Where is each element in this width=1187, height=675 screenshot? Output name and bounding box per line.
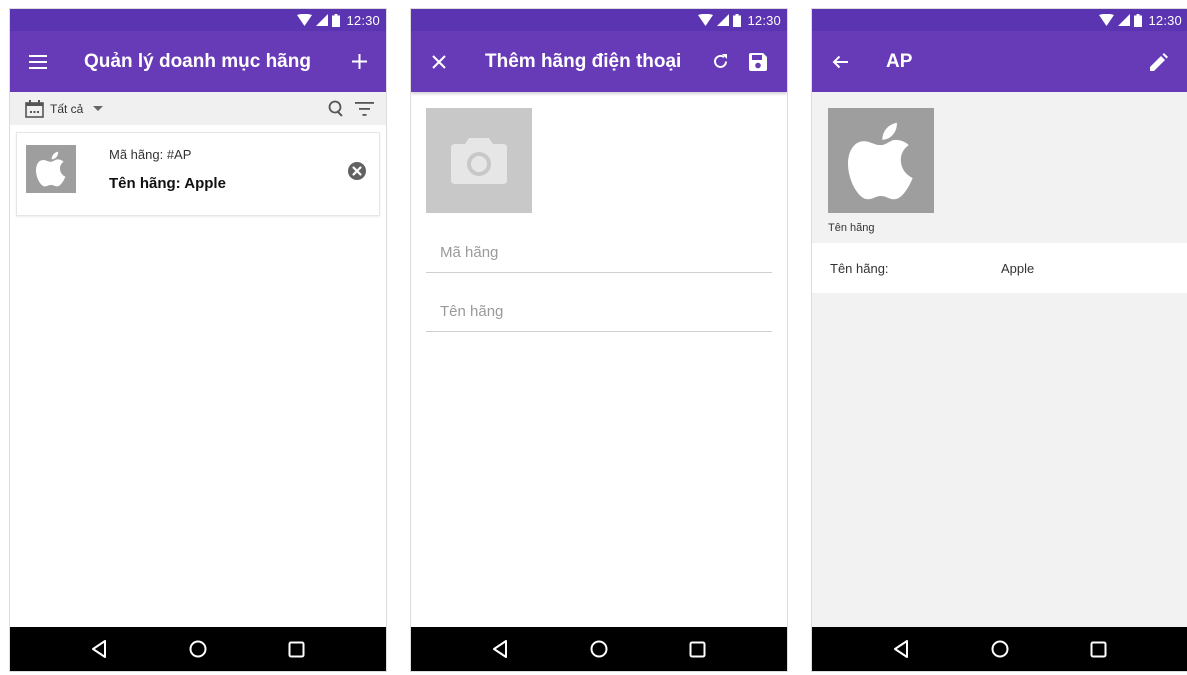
status-bar: 12:30 xyxy=(812,9,1187,31)
screen-brand-detail: 12:30 AP Tên hãng Tên hãng: Apple xyxy=(811,8,1187,672)
status-time: 12:30 xyxy=(1148,12,1182,28)
plus-icon xyxy=(351,54,367,69)
back-button[interactable] xyxy=(812,31,868,92)
status-time: 12:30 xyxy=(346,12,380,28)
pencil-icon xyxy=(1150,52,1168,71)
brand-logo xyxy=(828,108,934,213)
filter-label: Tất cả xyxy=(50,101,84,116)
back-triangle-icon xyxy=(894,640,909,658)
home-nav-button[interactable] xyxy=(178,629,218,669)
list-item[interactable]: Mã hãng: #AP Tên hãng: Apple xyxy=(16,132,380,216)
status-bar: 12:30 xyxy=(411,9,787,31)
logo-caption: Tên hãng xyxy=(828,222,875,234)
refresh-icon xyxy=(713,54,727,68)
page-title: AP xyxy=(886,50,913,72)
wifi-icon xyxy=(698,14,714,26)
brand-code-input[interactable]: Mã hãng xyxy=(426,233,772,273)
delete-icon[interactable] xyxy=(347,161,367,181)
arrow-back-icon xyxy=(832,55,848,68)
detail-name-label: Tên hãng: xyxy=(830,260,889,276)
battery-icon xyxy=(733,13,742,27)
refresh-button[interactable] xyxy=(701,31,739,92)
app-bar: Quản lý doanh mục hãng xyxy=(10,31,386,92)
menu-button[interactable] xyxy=(10,31,66,92)
recents-square-icon xyxy=(689,641,706,657)
page-title: Quản lý doanh mục hãng xyxy=(84,50,311,72)
recents-nav-button[interactable] xyxy=(1079,629,1119,669)
back-nav-button[interactable] xyxy=(881,629,921,669)
screen-add-brand: 12:30 Thêm hãng điện thoại Mã hãng Tên h… xyxy=(410,8,788,672)
save-button[interactable] xyxy=(739,31,777,92)
calendar-icon xyxy=(25,99,44,118)
page-title: Thêm hãng điện thoại xyxy=(485,50,682,72)
wifi-icon xyxy=(297,14,313,26)
close-button[interactable] xyxy=(411,31,467,92)
brand-name-input[interactable]: Tên hãng xyxy=(426,292,772,332)
brand-thumbnail xyxy=(26,145,76,193)
camera-icon xyxy=(451,137,507,184)
signal-icon xyxy=(1118,14,1131,26)
add-button[interactable] xyxy=(340,31,378,92)
date-filter-dropdown[interactable]: Tất cả xyxy=(25,99,104,118)
back-nav-button[interactable] xyxy=(480,629,520,669)
home-circle-icon xyxy=(590,640,608,658)
app-bar: AP xyxy=(812,31,1187,92)
battery-icon xyxy=(332,13,341,27)
system-nav-bar xyxy=(812,627,1187,671)
status-time: 12:30 xyxy=(747,12,781,28)
search-icon[interactable] xyxy=(328,100,345,117)
wifi-icon xyxy=(1099,14,1115,26)
save-icon xyxy=(749,52,767,71)
apple-logo-icon xyxy=(36,151,66,187)
home-circle-icon xyxy=(189,640,207,658)
system-nav-bar xyxy=(411,627,787,671)
signal-icon xyxy=(316,14,329,26)
signal-icon xyxy=(717,14,730,26)
back-triangle-icon xyxy=(92,640,107,658)
home-circle-icon xyxy=(991,640,1009,658)
close-icon xyxy=(432,54,446,69)
battery-icon xyxy=(1134,13,1143,27)
filter-icon[interactable] xyxy=(355,101,374,116)
recents-square-icon xyxy=(1090,641,1107,657)
photo-picker[interactable] xyxy=(426,108,532,213)
apple-logo-icon xyxy=(848,122,913,199)
back-nav-button[interactable] xyxy=(79,629,119,669)
home-nav-button[interactable] xyxy=(980,629,1020,669)
filter-bar: Tất cả xyxy=(10,92,386,125)
recents-nav-button[interactable] xyxy=(678,629,718,669)
dropdown-arrow-icon xyxy=(93,105,104,111)
app-bar: Thêm hãng điện thoại xyxy=(411,31,787,92)
back-triangle-icon xyxy=(493,640,508,658)
menu-icon xyxy=(29,54,47,69)
status-bar: 12:30 xyxy=(10,9,386,31)
system-nav-bar xyxy=(10,627,386,671)
screen-brand-list: 12:30 Quản lý doanh mục hãng Tất cả Mã h… xyxy=(9,8,387,672)
edit-button[interactable] xyxy=(1140,31,1178,92)
detail-body: Tên hãng Tên hãng: Apple xyxy=(812,92,1187,627)
detail-row-name: Tên hãng: Apple xyxy=(812,243,1187,293)
recents-nav-button[interactable] xyxy=(277,629,317,669)
brand-code-placeholder: Mã hãng xyxy=(440,244,499,261)
brand-name-placeholder: Tên hãng xyxy=(440,303,504,320)
home-nav-button[interactable] xyxy=(579,629,619,669)
detail-name-value: Apple xyxy=(1001,260,1035,276)
recents-square-icon xyxy=(288,641,305,657)
brand-name: Tên hãng: Apple xyxy=(109,175,226,192)
brand-code: Mã hãng: #AP xyxy=(109,147,192,162)
